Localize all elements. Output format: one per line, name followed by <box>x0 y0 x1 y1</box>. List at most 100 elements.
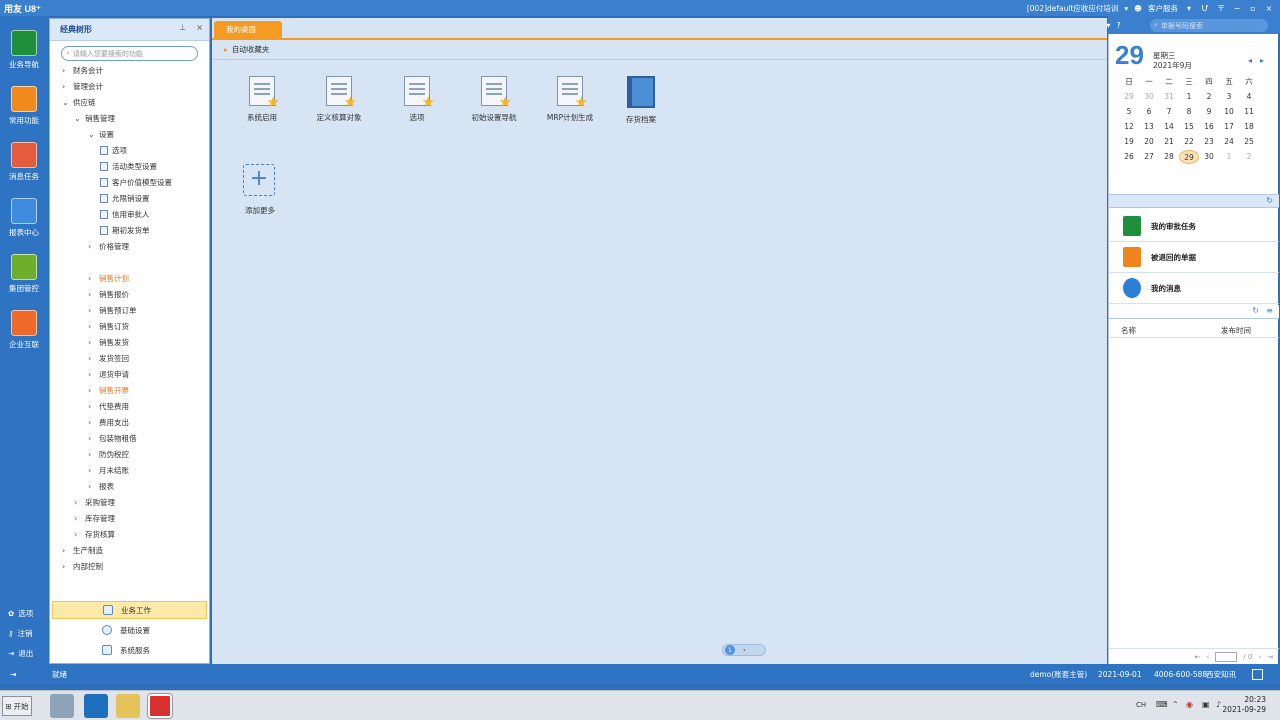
calendar-day-cell[interactable]: 22 <box>1179 137 1199 146</box>
tree-leaf-item[interactable]: 客户价值模型设置 <box>100 175 172 189</box>
tree-branch-item[interactable]: › 生产制造 <box>62 543 103 557</box>
calendar-day-cell[interactable]: 29 <box>1119 92 1139 101</box>
nav-group-control[interactable]: 集团管控 <box>0 254 48 294</box>
calendar-day-cell[interactable]: 4 <box>1239 92 1259 101</box>
customer-service-link[interactable]: 客户服务 <box>1148 3 1178 14</box>
calendar-day-cell[interactable]: 7 <box>1159 107 1179 116</box>
calendar-day-cell[interactable]: 11 <box>1239 107 1259 116</box>
tree-leaf-item[interactable]: 期初发货单 <box>100 223 150 237</box>
keyboard-icon[interactable]: ⌨ <box>1156 700 1168 709</box>
screen-icon[interactable] <box>1252 668 1263 680</box>
calendar-day-cell[interactable]: 19 <box>1119 137 1139 146</box>
expand-icon[interactable]: ⇥ <box>10 670 16 679</box>
calendar-day-cell[interactable]: 17 <box>1219 122 1239 131</box>
shortcut-tile[interactable]: ★ 系统启用 <box>227 76 297 123</box>
tree-branch-item[interactable]: › 发货签回 <box>88 351 129 365</box>
refresh-icon[interactable]: ↻ <box>1266 196 1273 205</box>
calendar-day-cell[interactable]: 27 <box>1139 152 1159 161</box>
minimize-button[interactable]: − <box>1232 4 1242 13</box>
add-more-button[interactable]: + <box>243 164 275 196</box>
document-search-input[interactable]: ⌕ 单据号码搜索 <box>1150 19 1268 32</box>
favorites-section-header[interactable]: ▸ 自动收藏夹 <box>212 40 1107 60</box>
task-my-approvals[interactable]: 我的审批任务 <box>1109 211 1279 242</box>
account-label[interactable]: [002]default应收应付培训 <box>1027 3 1119 14</box>
calendar-day-cell[interactable]: 21 <box>1159 137 1179 146</box>
dropdown-icon[interactable]: ▾ <box>1184 4 1194 13</box>
next-page-icon[interactable]: › <box>1258 653 1261 661</box>
pin-icon[interactable]: ⊥ <box>179 23 186 32</box>
footer-system-service[interactable]: 系统服务 <box>52 641 207 659</box>
calendar-day-cell[interactable]: 13 <box>1139 122 1159 131</box>
server-manager-icon[interactable] <box>50 694 74 718</box>
calendar-day-cell[interactable]: 9 <box>1199 107 1219 116</box>
calendar-day-cell[interactable]: 26 <box>1119 152 1139 161</box>
shortcut-tile[interactable]: ★ 初始设置导航 <box>459 76 529 123</box>
tray-app-icon[interactable]: ◉ <box>1186 700 1193 709</box>
tree-branch-item[interactable]: › 销售报价 <box>88 287 129 301</box>
nav-message-tasks[interactable]: 消息任务 <box>0 142 48 182</box>
calendar-day-cell[interactable]: 1 <box>1219 152 1239 161</box>
calendar-day-cell[interactable]: 8 <box>1179 107 1199 116</box>
customer-service-icon[interactable]: ☻ <box>1134 4 1142 13</box>
calendar-day-cell[interactable]: 3 <box>1219 92 1239 101</box>
page-indicator[interactable]: 1 <box>725 645 735 655</box>
shortcut-tile[interactable]: ★ 定义核算对象 <box>304 76 374 123</box>
restore-button[interactable]: ▫ <box>1248 4 1258 13</box>
tree-branch-item[interactable]: ⌄ 供应链 <box>62 95 96 109</box>
nav-enterprise-connect[interactable]: 企业互联 <box>0 310 48 350</box>
calendar-day-cell[interactable]: 1 <box>1179 92 1199 101</box>
refresh-icon[interactable]: ↻ <box>1252 306 1259 315</box>
calendar-day-cell[interactable]: 14 <box>1159 122 1179 131</box>
tree-leaf-item[interactable]: 活动类型设置 <box>100 159 157 173</box>
nav-business-guide[interactable]: 业务导航 <box>0 30 48 70</box>
calendar-day-cell[interactable]: 6 <box>1139 107 1159 116</box>
calendar-day-cell[interactable]: 30 <box>1139 92 1159 101</box>
page-number-input[interactable] <box>1215 651 1238 662</box>
calendar-day-cell[interactable]: 12 <box>1119 122 1139 131</box>
tree-branch-item[interactable]: › 财务会计 <box>62 63 103 77</box>
function-search-input[interactable]: ⌕ 请输入您要搜索的功能 <box>61 46 198 61</box>
calendar-day-cell[interactable]: 30 <box>1199 152 1219 161</box>
calendar-day-cell[interactable]: 28 <box>1159 152 1179 161</box>
tree-branch-item[interactable]: ⌄ 销售管理 <box>74 111 115 125</box>
collapse-icon[interactable]: ≡ <box>1266 306 1273 315</box>
first-page-icon[interactable]: ⇤ <box>1195 653 1201 661</box>
calendar-day-cell[interactable]: 5 <box>1119 107 1139 116</box>
u8-app-icon[interactable] <box>147 693 173 719</box>
tab-my-desktop[interactable]: 我的桌面 <box>214 21 282 40</box>
tree-branch-item[interactable]: › 退货申请 <box>88 367 129 381</box>
tree-branch-item[interactable]: › 销售计划 <box>88 271 129 285</box>
help-icon[interactable]: ? <box>1116 21 1120 30</box>
calendar-day-cell[interactable]: 24 <box>1219 137 1239 146</box>
tree-branch-item[interactable]: › 防伪税控 <box>88 447 129 461</box>
tree-branch-item[interactable]: › 内部控制 <box>62 559 103 573</box>
last-page-icon[interactable]: ⇥ <box>1267 653 1273 661</box>
calendar-today[interactable]: 29 <box>1179 149 1199 164</box>
tree-branch-item[interactable]: › 代垫费用 <box>88 399 129 413</box>
tree-branch-item[interactable]: ⌄ 设置 <box>88 127 114 141</box>
close-button[interactable]: × <box>1264 4 1274 13</box>
tree-branch-item[interactable]: › 销售预订单 <box>88 303 137 317</box>
pager-next-icon[interactable]: › <box>743 646 746 654</box>
prev-page-icon[interactable]: ‹ <box>1206 653 1209 661</box>
tree-branch-item[interactable]: › 管理会计 <box>62 79 103 93</box>
task-my-messages[interactable]: 我的消息 <box>1109 273 1279 304</box>
tree-branch-item[interactable]: › 销售发货 <box>88 335 129 349</box>
close-icon[interactable]: × <box>196 23 203 32</box>
calendar-day-cell[interactable]: 2 <box>1239 152 1259 161</box>
shortcut-tile[interactable]: ★ MRP计划生成 <box>535 76 605 123</box>
tree-branch-item[interactable]: › 月末结账 <box>88 463 129 477</box>
calendar-day-cell[interactable]: 31 <box>1159 92 1179 101</box>
tree-branch-item[interactable]: › 报表 <box>88 479 114 493</box>
exit-button[interactable]: ⇥ 退出 <box>8 648 33 659</box>
tree-branch-item[interactable]: › 采购管理 <box>74 495 115 509</box>
task-returned-documents[interactable]: 被退回的单据 <box>1109 242 1279 273</box>
calendar-day-cell[interactable]: 16 <box>1199 122 1219 131</box>
options-button[interactable]: ✿ 选项 <box>8 608 33 619</box>
calendar-day-cell[interactable]: 25 <box>1239 137 1259 146</box>
tree-branch-item[interactable]: › 价格管理 <box>88 239 129 253</box>
next-month-icon[interactable]: ▸ <box>1260 56 1264 65</box>
tree-branch-item[interactable]: › 销售订货 <box>88 319 129 333</box>
calendar-day-cell[interactable]: 20 <box>1139 137 1159 146</box>
dropdown-icon[interactable]: ▾ <box>1124 4 1128 13</box>
